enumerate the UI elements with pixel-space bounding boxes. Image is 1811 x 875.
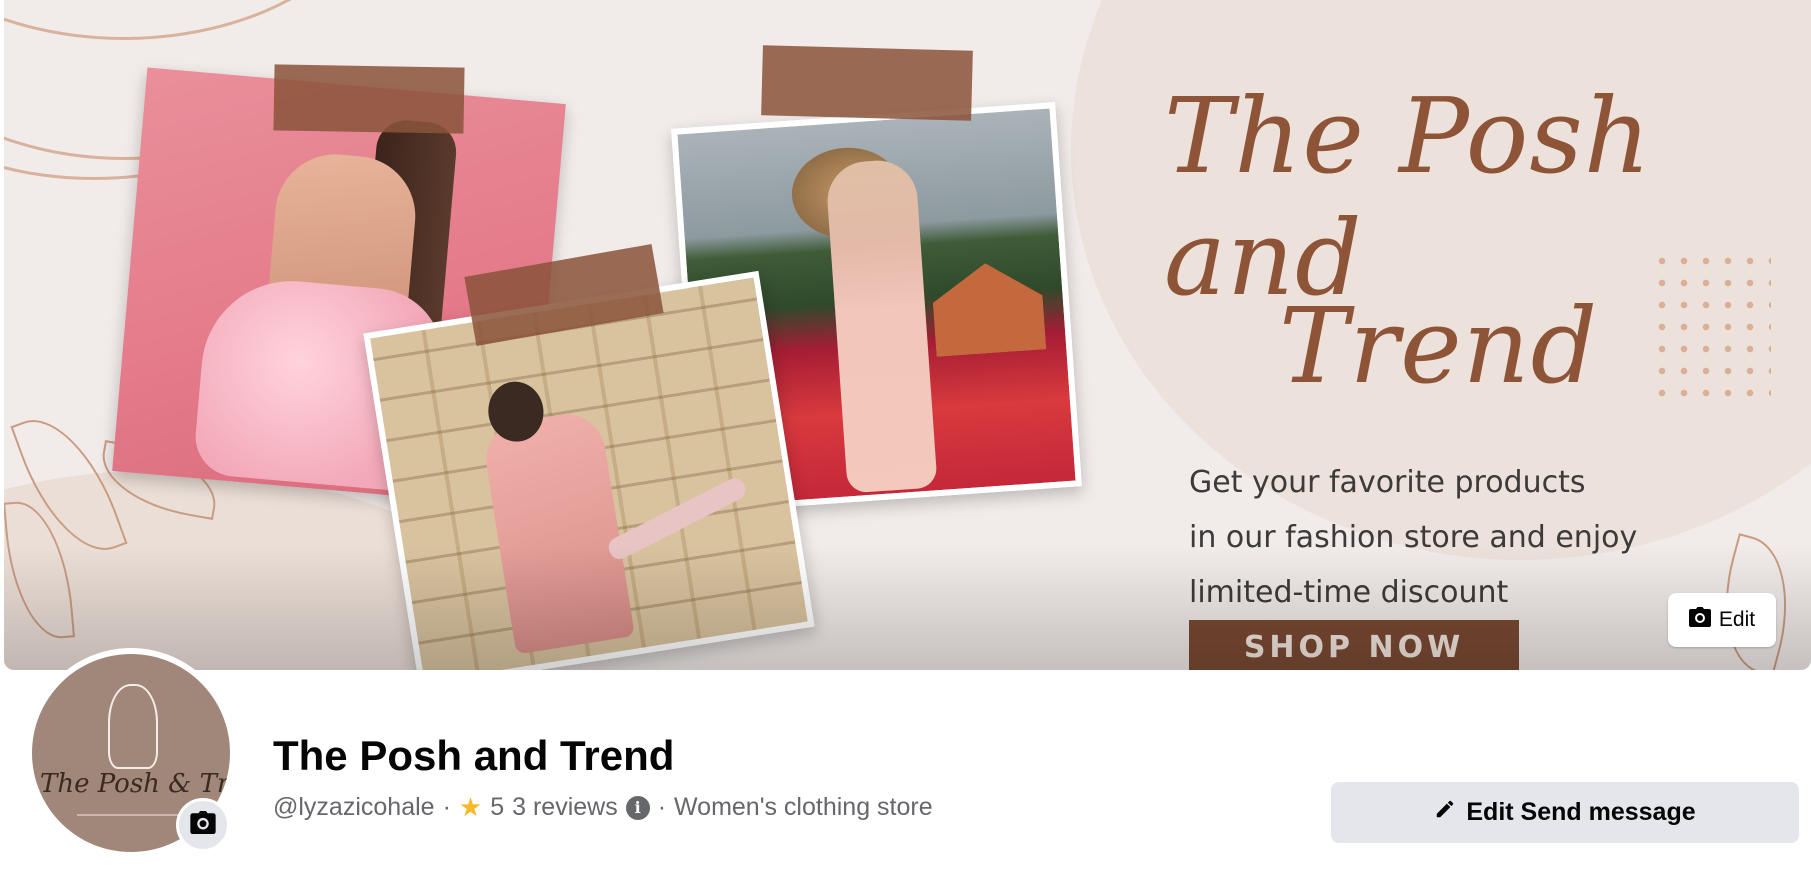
camera-icon <box>1688 607 1711 633</box>
meta-separator: · <box>657 793 667 821</box>
star-icon: ★ <box>458 792 483 822</box>
page-category[interactable]: Women's clothing store <box>674 793 933 822</box>
edit-send-message-label: Edit Send message <box>1466 798 1696 826</box>
logo-underline <box>77 814 187 816</box>
edit-send-message-button[interactable]: Edit Send message <box>1331 782 1799 843</box>
cover-tagline-line: limited-time discount <box>1189 575 1509 610</box>
cover-photo[interactable]: The Posh and Trend Get your favorite pro… <box>4 0 1811 670</box>
meta-separator: · <box>442 793 451 821</box>
update-profile-picture-button[interactable] <box>176 798 230 852</box>
cover-tagline-line: in our fashion store and enjoy <box>1189 520 1638 555</box>
reviews-link[interactable]: 3 reviews <box>512 793 618 822</box>
page-meta: @lyzazicohale · ★ 5 3 reviews i · Women'… <box>273 792 933 823</box>
logo-sketch <box>108 684 158 769</box>
cover-tagline: Get your favorite products in our fashio… <box>1189 455 1749 620</box>
camera-icon <box>190 811 216 839</box>
cover-tagline-line: Get your favorite products <box>1189 465 1586 500</box>
info-icon[interactable]: i <box>625 795 650 820</box>
cover-headline-line1: The Posh and <box>1164 75 1652 319</box>
cover-photo-pink-coat <box>363 270 815 670</box>
edit-cover-button[interactable]: Edit <box>1668 593 1776 647</box>
page-title: The Posh and Trend <box>273 732 675 779</box>
tape-decor <box>273 64 465 134</box>
tape-decor <box>761 45 973 121</box>
avatar-logo-text: The Posh & Trend <box>40 769 230 799</box>
edit-cover-label: Edit <box>1718 608 1756 631</box>
cover-headline-line2: Trend <box>1279 285 1599 407</box>
pencil-icon <box>1434 798 1456 827</box>
page-header: The Posh and Trend Get your favorite pro… <box>0 0 1811 875</box>
shop-now-banner: SHOP NOW <box>1189 620 1519 670</box>
page-username[interactable]: @lyzazicohale <box>273 793 435 822</box>
rating-value: 5 <box>490 793 505 821</box>
